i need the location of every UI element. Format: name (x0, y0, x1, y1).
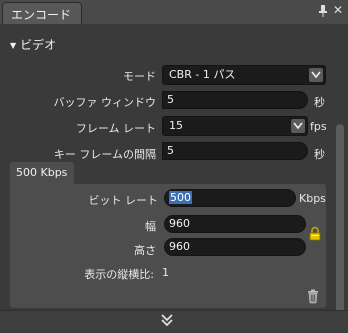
chevron-down-icon[interactable] (291, 119, 305, 133)
bitrate-preset-tab[interactable]: 500 Kbps (10, 162, 74, 184)
frame-rate-unit: fps (310, 120, 327, 133)
scrollbar-thumb[interactable] (336, 124, 344, 322)
tab-bar: エンコード ✕ (0, 0, 348, 24)
height-input[interactable]: 960 (164, 238, 306, 256)
bitrate-value: 500 (169, 191, 192, 204)
mode-dropdown-value: CBR - 1 パス (169, 68, 235, 81)
buffer-window-unit: 秒 (314, 94, 325, 110)
trash-icon[interactable] (306, 288, 320, 304)
expand-bar[interactable] (0, 310, 348, 333)
frame-rate-value: 15 (169, 119, 183, 132)
keyframe-interval-unit: 秒 (314, 146, 325, 162)
video-section-header[interactable]: ▼ ビデオ (10, 36, 56, 53)
mode-label: モード (0, 68, 156, 84)
frame-rate-label: フレーム レート (0, 120, 156, 136)
frame-rate-dropdown[interactable]: 15 (162, 116, 308, 136)
triangle-down-icon[interactable]: ▼ (10, 41, 16, 50)
close-icon[interactable]: ✕ (333, 3, 343, 17)
pin-icon[interactable] (318, 4, 328, 18)
bitrate-input[interactable]: 500 (164, 189, 296, 207)
tab-encode-label: エンコード (11, 6, 71, 23)
buffer-window-label: バッファ ウィンドウ (0, 94, 156, 110)
keyframe-interval-input[interactable]: 5 (162, 142, 308, 160)
bitrate-preset-label: 500 Kbps (16, 166, 67, 179)
chevron-down-icon[interactable] (309, 68, 323, 82)
bitrate-label: ビット レート (10, 192, 158, 208)
vertical-scrollbar[interactable] (336, 124, 344, 322)
width-label: 幅 (10, 218, 156, 234)
mode-dropdown[interactable]: CBR - 1 パス (162, 65, 326, 85)
width-input[interactable]: 960 (164, 215, 306, 233)
height-label: 高さ (10, 242, 156, 258)
bitrate-unit: Kbps (299, 192, 326, 205)
aspect-ratio-value: 1 (162, 266, 169, 279)
encode-panel: ▼ ビデオ モード CBR - 1 パス バッファ ウィンドウ 5 秒 フレーム … (0, 24, 348, 332)
lock-icon[interactable] (308, 226, 322, 242)
buffer-window-input[interactable]: 5 (162, 91, 308, 109)
keyframe-interval-label: キー フレームの間隔 (0, 146, 156, 162)
video-section-title: ビデオ (20, 38, 56, 52)
aspect-ratio-label: 表示の縦横比: (10, 266, 154, 282)
bitrate-settings-box: ビット レート 500 Kbps 幅 960 高さ 960 表示の縦横比: 1 (10, 184, 326, 308)
double-chevron-down-icon[interactable] (160, 313, 174, 327)
tab-encode[interactable]: エンコード (2, 2, 82, 24)
